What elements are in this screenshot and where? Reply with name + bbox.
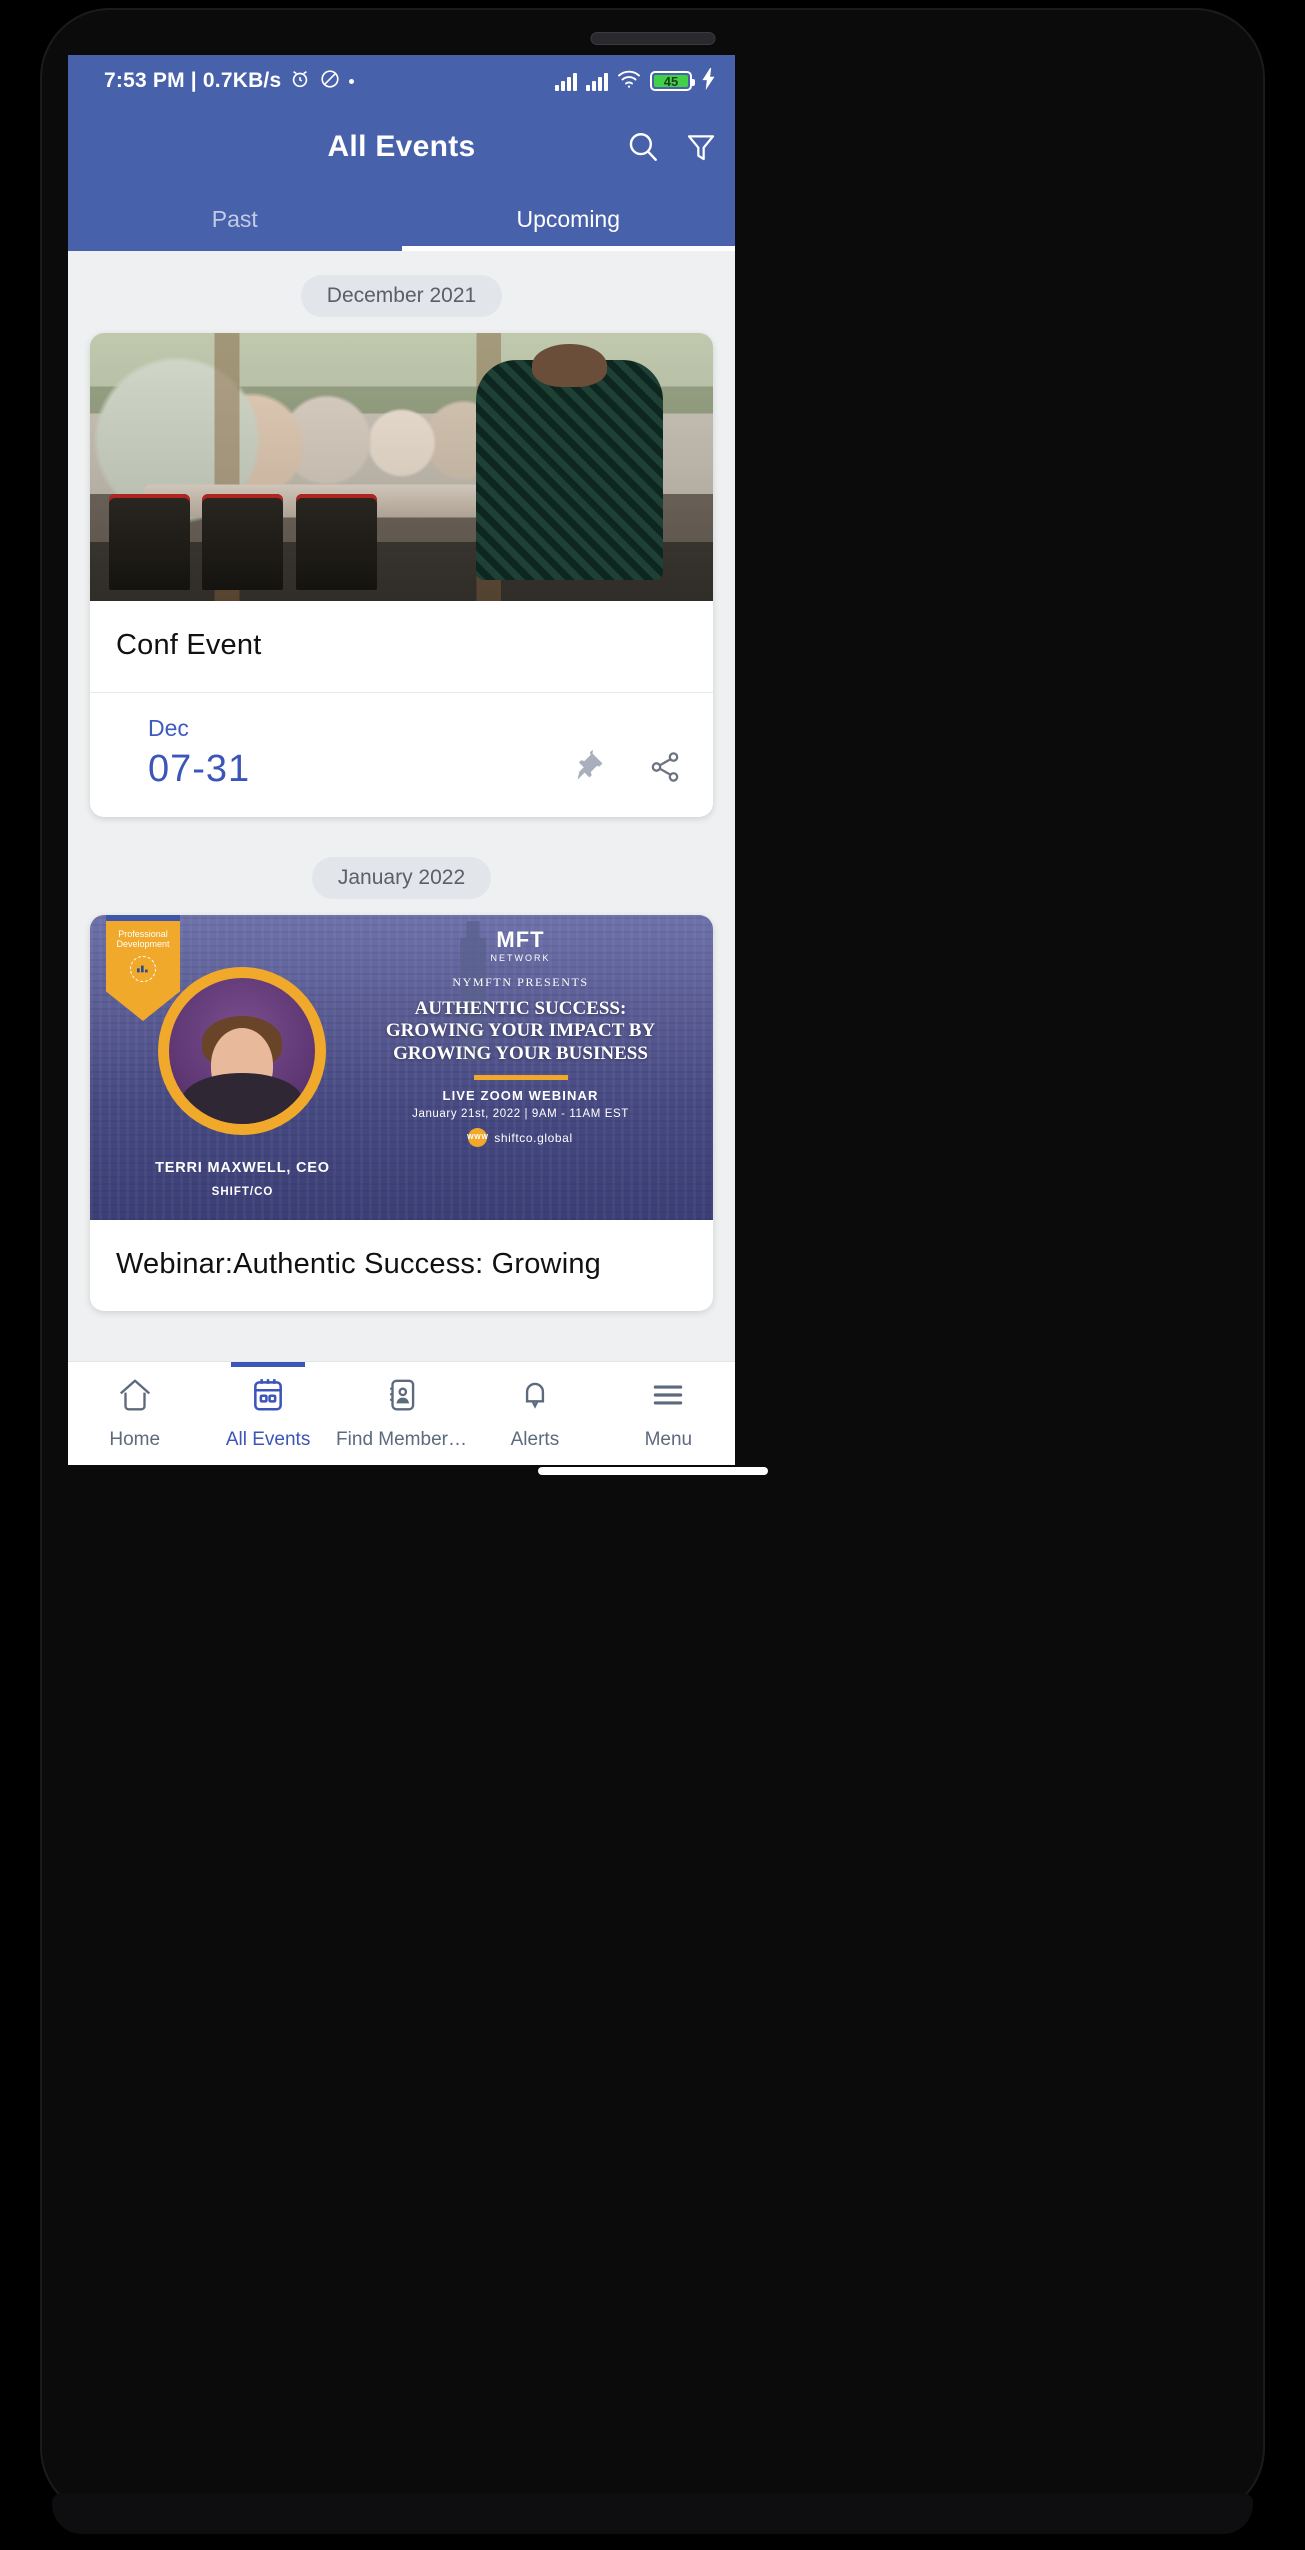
mft-logo-mark: MFT xyxy=(496,927,545,952)
device-bottom-panel xyxy=(52,2494,1253,2534)
ribbon-line-2: Development xyxy=(116,939,170,950)
status-bar-left: 7:53 PM | 0.7KB/s xyxy=(104,68,355,95)
event-card-webinar[interactable]: Professional Development MFT NETWORK NYM… xyxy=(90,915,713,1311)
hamburger-icon xyxy=(649,1376,687,1420)
poster-website-url: shiftco.global xyxy=(494,1130,573,1145)
battery-level: 45 xyxy=(654,74,688,89)
nav-item-menu[interactable]: Menu xyxy=(602,1362,735,1465)
bottom-navigation: Home All Events Find Member… Alerts Menu xyxy=(68,1361,735,1465)
status-time: 7:53 PM | 0.7KB/s xyxy=(104,69,282,92)
nav-item-find-member[interactable]: Find Member… xyxy=(335,1362,468,1465)
nav-item-all-events[interactable]: All Events xyxy=(201,1362,334,1465)
app-bar-actions xyxy=(625,129,719,165)
home-indicator xyxy=(537,1467,768,1475)
poster-datetime: January 21st, 2022 | 9AM - 11AM EST xyxy=(412,1108,629,1121)
page-title: All Events xyxy=(327,130,476,163)
status-bar: 7:53 PM | 0.7KB/s 45 xyxy=(68,55,735,107)
battery-icon: 45 xyxy=(650,71,695,91)
calendar-icon xyxy=(249,1376,287,1420)
signal-bars-icon-2 xyxy=(586,71,608,91)
tab-upcoming-label: Upcoming xyxy=(516,205,621,232)
search-icon[interactable] xyxy=(625,129,661,165)
event-date-month: Dec xyxy=(148,715,189,741)
month-header-december: December 2021 xyxy=(68,251,735,333)
event-date: Dec 07-31 xyxy=(120,715,250,791)
month-chip-2: January 2022 xyxy=(311,857,492,899)
poster-presents: NYMFTN PRESENTS xyxy=(452,975,589,989)
poster-headline-1: AUTHENTIC SUCCESS: xyxy=(414,998,627,1019)
poster-headline-3: GROWING YOUR BUSINESS xyxy=(393,1042,648,1064)
poster-gold-rule xyxy=(473,1075,568,1081)
poster-format: LIVE ZOOM WEBINAR xyxy=(442,1088,599,1104)
nav-label-find-member: Find Member… xyxy=(336,1429,467,1450)
ribbon-line-1: Professional xyxy=(118,929,168,939)
nav-label-all-events: All Events xyxy=(225,1429,311,1450)
poster-headline-2: GROWING YOUR IMPACT BY xyxy=(385,1020,656,1042)
bell-icon xyxy=(516,1376,554,1420)
pin-icon[interactable] xyxy=(571,749,607,785)
tab-past-label: Past xyxy=(211,205,258,232)
phone-screenshot: 7:53 PM | 0.7KB/s 45 All Events Past Upc… xyxy=(0,0,1305,2550)
event-card-conf-event[interactable]: Conf Event Dec 07-31 xyxy=(90,333,713,817)
tab-upcoming[interactable]: Upcoming xyxy=(401,187,736,251)
poster-speaker-org: SHIFT/CO xyxy=(211,1186,274,1198)
event-poster-image: Professional Development MFT NETWORK NYM… xyxy=(90,915,713,1220)
nav-label-home: Home xyxy=(109,1429,161,1450)
earpiece-speaker xyxy=(590,32,715,45)
poster-text-block: MFT NETWORK NYMFTN PRESENTS AUTHENTIC SU… xyxy=(340,927,701,1148)
poster-website: WWW shiftco.global xyxy=(340,1128,701,1148)
tab-past[interactable]: Past xyxy=(68,187,402,251)
nav-item-alerts[interactable]: Alerts xyxy=(468,1362,601,1465)
www-globe-icon: WWW xyxy=(467,1128,488,1148)
nav-label-menu: Menu xyxy=(644,1429,693,1450)
speaker-avatar xyxy=(158,967,326,1135)
signal-bars-icon xyxy=(555,71,577,91)
growth-chart-in-hands-icon xyxy=(130,955,156,982)
month-chip: December 2021 xyxy=(300,275,503,317)
events-tabs: Past Upcoming xyxy=(68,187,735,251)
event-card-actions xyxy=(571,749,683,791)
event-date-range: 07-31 xyxy=(148,748,251,790)
do-not-disturb-icon xyxy=(319,68,341,95)
event-title: Conf Event xyxy=(116,629,262,661)
alarm-icon xyxy=(289,68,311,95)
event-photo xyxy=(90,333,713,601)
app-bar: All Events xyxy=(68,107,735,187)
poster-speaker-name: TERRI MAXWELL, CEO xyxy=(155,1160,330,1176)
home-icon xyxy=(116,1376,154,1420)
share-icon[interactable] xyxy=(647,749,683,785)
events-list[interactable]: December 2021 Conf Event Dec 07-31 Janua… xyxy=(68,251,735,1361)
notification-dot-icon xyxy=(349,78,355,84)
wifi-icon xyxy=(617,69,641,94)
nav-label-alerts: Alerts xyxy=(510,1429,560,1450)
status-bar-right: 45 xyxy=(555,67,717,95)
charging-bolt-icon xyxy=(701,67,717,95)
mft-logo-subtitle: NETWORK xyxy=(490,953,551,963)
filter-icon[interactable] xyxy=(683,129,719,165)
contact-card-icon xyxy=(383,1376,421,1420)
event-image xyxy=(90,333,713,601)
month-header-january: January 2022 xyxy=(68,817,735,915)
event-card-footer: Dec 07-31 xyxy=(90,693,713,817)
event-title-webinar: Webinar:Authentic Success: Growing xyxy=(116,1248,601,1280)
app-screen: 7:53 PM | 0.7KB/s 45 All Events Past Upc… xyxy=(68,55,735,1465)
nav-item-home[interactable]: Home xyxy=(68,1362,201,1465)
